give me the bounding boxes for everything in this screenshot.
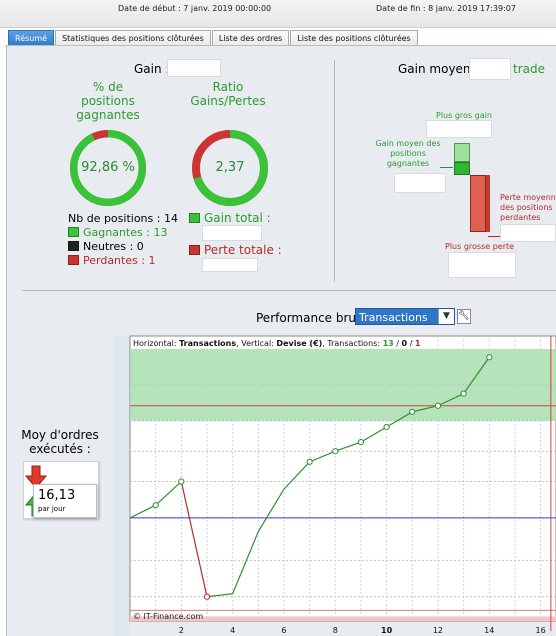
copyright: © IT-Finance.com: [133, 612, 204, 621]
avg-loss-losing-label: Perte moyenne des positions perdantes: [500, 193, 556, 222]
chart-info-win: 13: [382, 339, 394, 348]
tab-bar: Résumé Statistiques des positions clôtur…: [8, 30, 419, 46]
chevron-down-icon[interactable]: ▼: [438, 309, 454, 324]
pct-winning-value: 92,86 %: [81, 160, 135, 175]
pct-winning-title: % de positions gagnantes: [76, 80, 140, 122]
chart-info-lose: 1: [414, 339, 421, 348]
winning-count: Gagnantes : 13: [83, 226, 168, 239]
start-date: Date de début : 7 janv. 2019 00:00:00: [118, 4, 272, 13]
biggest-loss-value-box: [448, 252, 516, 278]
vertical-divider: [334, 60, 335, 282]
ratio-title: Ratio Gains/Pertes: [190, 80, 266, 108]
biggest-loss-label: Plus grosse perte: [445, 242, 515, 251]
avg-gain-winning-value-box: [394, 173, 446, 193]
avg-gain-value-box: [469, 58, 511, 80]
avg-gain-winning-label: Gain moyen des positions gagnantes: [375, 139, 441, 168]
chart-info-sep2: /: [407, 339, 415, 348]
horizontal-divider: [22, 290, 556, 291]
tab-orders-list[interactable]: Liste des ordres: [211, 30, 290, 46]
orders-unit: par jour: [38, 505, 66, 513]
avg-loss-value-box: [500, 224, 556, 242]
avg-loss-bar: [470, 175, 486, 232]
end-date: Date de fin : 8 janv. 2019 17:39:07: [376, 4, 516, 13]
header-bar: Date de début : 7 janv. 2019 00:00:00 Da…: [0, 0, 556, 28]
total-loss-swatch: [189, 245, 200, 255]
avg-gain-unit: trade: [513, 62, 545, 76]
neutral-row: Neutres : 0: [68, 240, 144, 253]
performance-label: Performance brute: [256, 311, 369, 325]
tab-resume[interactable]: Résumé: [8, 30, 55, 46]
neutral-count: Neutres : 0: [83, 240, 144, 253]
ratio-value: 2,37: [215, 160, 245, 175]
total-gain-swatch: [189, 213, 200, 223]
avg-gain-label: Gain moyen :: [398, 62, 479, 76]
total-loss-label: Perte totale :: [204, 243, 282, 257]
avg-loss-bar-side: [486, 175, 490, 232]
gain-value-box: [167, 59, 221, 77]
avg-gain-bar: [454, 162, 470, 175]
neutral-swatch: [68, 241, 79, 251]
chart-info-h: Transactions: [179, 339, 237, 348]
winning-swatch: [68, 227, 79, 237]
wrench-icon[interactable]: 🔧︎: [457, 309, 471, 324]
tab-closed-positions-list[interactable]: Liste des positions clôturées: [290, 30, 418, 46]
gain-label: Gain :: [134, 62, 170, 76]
axis-select[interactable]: Transactions ▼: [355, 308, 455, 325]
chart-info: Horizontal: Transactions, Vertical: Devi…: [133, 339, 420, 348]
losing-count: Perdantes : 1: [83, 254, 156, 267]
orders-title: Moy d'ordres exécutés :: [21, 428, 99, 456]
biggest-gain-value-box: [426, 120, 492, 138]
chart-info-mid: , Vertical:: [236, 339, 277, 348]
avg-loss-arrow: [488, 236, 500, 237]
axis-select-value: Transactions: [359, 311, 428, 324]
biggest-gain-bar: [454, 143, 470, 162]
chart-info-tx: , Transactions:: [322, 339, 383, 348]
total-gain-label: Gain total :: [204, 211, 271, 225]
chart-info-prefix: Horizontal:: [133, 339, 180, 348]
tab-closed-positions-stats[interactable]: Statistiques des positions clôturées: [55, 30, 211, 46]
avg-gain-arrow: [440, 167, 453, 168]
winning-row: Gagnantes : 13: [68, 226, 167, 239]
total-loss-value-box: [202, 258, 258, 272]
biggest-gain-label: Plus gros gain: [436, 111, 492, 120]
orders-value-card: 16,13 par jour: [33, 484, 97, 518]
losing-row: Perdantes : 1: [68, 254, 156, 267]
total-gain-value-box: [202, 225, 262, 241]
chart-info-v: Devise (€): [276, 339, 323, 348]
total-gain-row: Gain total :: [189, 211, 271, 225]
losing-swatch: [68, 255, 79, 265]
total-loss-row: Perte totale :: [189, 243, 282, 257]
nb-positions: Nb de positions : 14: [68, 212, 178, 225]
orders-value: 16,13: [38, 488, 76, 503]
